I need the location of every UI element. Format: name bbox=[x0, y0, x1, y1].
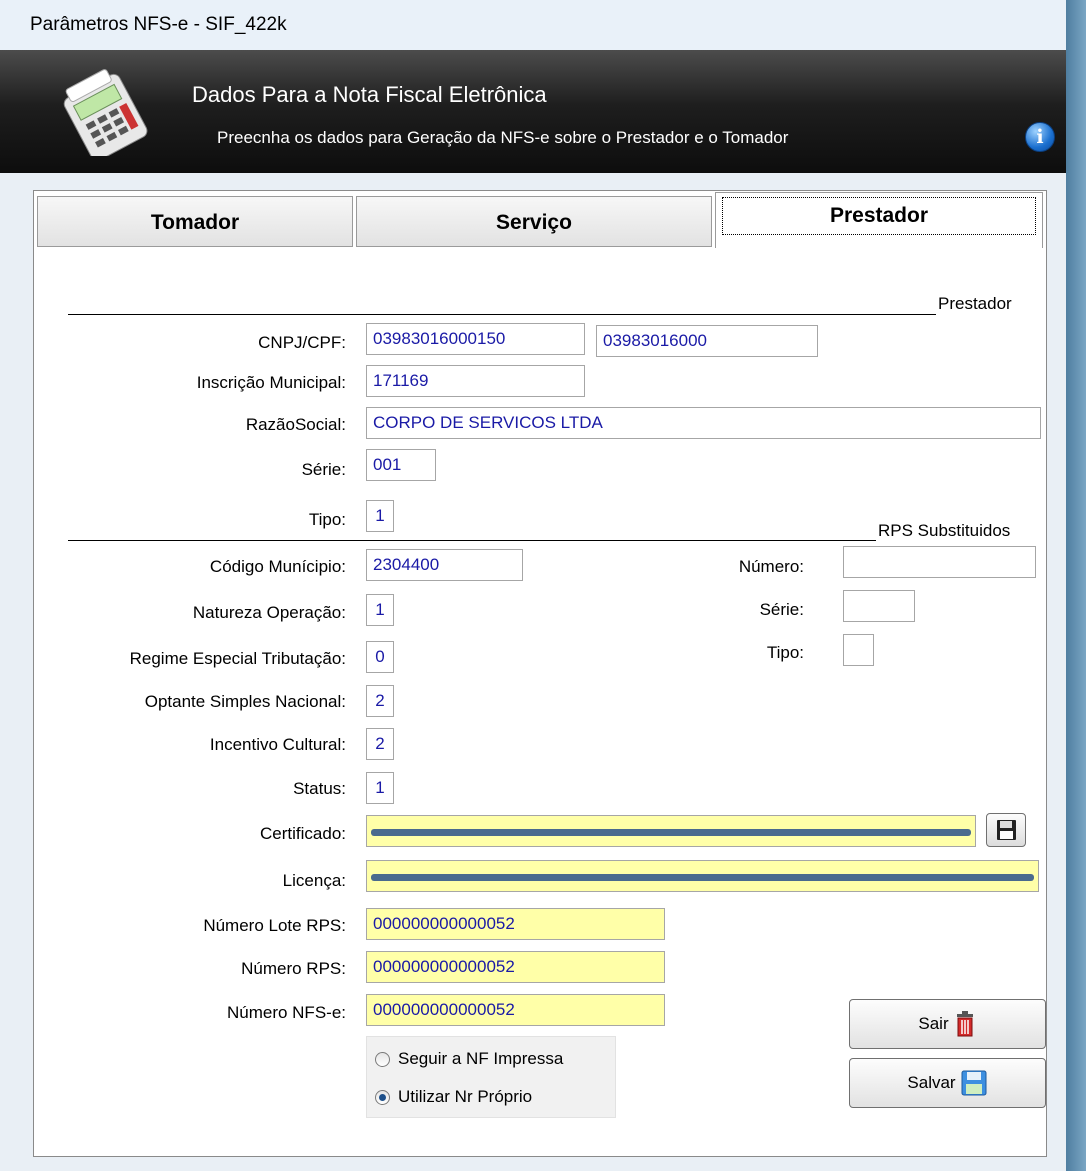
trash-icon bbox=[956, 1011, 973, 1037]
section-prestador-label: Prestador bbox=[938, 294, 1012, 313]
inscricao-label: Inscrição Municipal: bbox=[196, 373, 346, 392]
radio-label: Seguir a NF Impressa bbox=[398, 1049, 564, 1068]
cnpj-field[interactable]: 03983016000150 bbox=[366, 323, 585, 355]
regime-especial-field[interactable]: 0 bbox=[366, 641, 394, 673]
card-terminal-icon bbox=[63, 69, 148, 156]
desktop-background-edge bbox=[1066, 0, 1086, 1171]
natureza-operacao-label: Natureza Operação: bbox=[192, 603, 346, 622]
rps-numero-field[interactable] bbox=[843, 546, 1036, 578]
optante-simples-label: Optante Simples Nacional: bbox=[144, 692, 346, 711]
radio-seguir-nf-impressa[interactable]: Seguir a NF Impressa bbox=[375, 1047, 563, 1071]
rps-numero-label: Número: bbox=[738, 557, 804, 576]
tab-label: Tomador bbox=[150, 211, 240, 234]
redacted-mark bbox=[371, 874, 1034, 881]
header-title: Dados Para a Nota Fiscal Eletrônica bbox=[192, 82, 547, 107]
tab-label: Serviço bbox=[496, 211, 572, 234]
serie-field[interactable]: 001 bbox=[366, 449, 436, 481]
razao-social-field[interactable]: CORPO DE SERVICOS LTDA bbox=[366, 407, 1041, 439]
certificado-field[interactable] bbox=[366, 815, 976, 847]
codigo-municipio-field[interactable]: 2304400 bbox=[366, 549, 523, 581]
rps-tipo-field[interactable] bbox=[843, 634, 874, 666]
nfse-parameters-window: Parâmetros NFS-e - SIF_422k Dados Para a… bbox=[0, 0, 1066, 1171]
rps-divider bbox=[68, 540, 876, 541]
tab-prestador[interactable]: Prestador bbox=[715, 192, 1043, 248]
section-divider bbox=[68, 314, 936, 315]
codigo-municipio-label: Código Munícipio: bbox=[209, 557, 346, 576]
radio-button-selected[interactable] bbox=[375, 1089, 390, 1105]
status-field[interactable]: 1 bbox=[366, 772, 394, 804]
licenca-label: Licença: bbox=[282, 871, 346, 890]
rps-serie-field[interactable] bbox=[843, 590, 915, 622]
radio-label: Utilizar Nr Próprio bbox=[398, 1087, 533, 1106]
numbering-option-group: Seguir a NF Impressa Utilizar Nr Próprio bbox=[366, 1036, 616, 1118]
info-icon[interactable]: i bbox=[1025, 122, 1055, 152]
tab-tomador[interactable]: Tomador bbox=[37, 196, 353, 247]
numero-rps-label: Número RPS: bbox=[241, 959, 346, 978]
incentivo-cultural-label: Incentivo Cultural: bbox=[209, 735, 346, 754]
tab-servico[interactable]: Serviço bbox=[356, 196, 712, 247]
rps-serie-label: Série: bbox=[759, 600, 804, 619]
salvar-button[interactable]: Salvar bbox=[849, 1058, 1046, 1108]
natureza-operacao-field[interactable]: 1 bbox=[366, 594, 394, 626]
window-title: Parâmetros NFS-e - SIF_422k bbox=[0, 0, 1066, 50]
cnpj-label: CNPJ/CPF: bbox=[258, 333, 346, 352]
numero-nfse-field[interactable]: 000000000000052 bbox=[366, 994, 665, 1026]
radio-utilizar-nr-proprio[interactable]: Utilizar Nr Próprio bbox=[375, 1085, 532, 1109]
sair-label: Sair bbox=[918, 1014, 949, 1033]
serie-label: Série: bbox=[301, 460, 346, 479]
numero-lote-rps-field[interactable]: 000000000000052 bbox=[366, 908, 665, 940]
regime-especial-label: Regime Especial Tributação: bbox=[129, 649, 346, 668]
salvar-label: Salvar bbox=[907, 1073, 956, 1092]
header-banner: Dados Para a Nota Fiscal Eletrônica Pree… bbox=[0, 50, 1066, 173]
tipo-label: Tipo: bbox=[308, 510, 346, 529]
numero-rps-field[interactable]: 000000000000052 bbox=[366, 951, 665, 983]
incentivo-cultural-field[interactable]: 2 bbox=[366, 728, 394, 760]
status-label: Status: bbox=[293, 779, 346, 798]
tipo-field[interactable]: 1 bbox=[366, 500, 394, 532]
tab-label: Prestador bbox=[722, 197, 1036, 235]
numero-nfse-label: Número NFS-e: bbox=[226, 1003, 346, 1022]
licenca-field[interactable] bbox=[366, 860, 1039, 892]
cnpj-field-secondary[interactable]: 03983016000 bbox=[596, 325, 818, 357]
optante-simples-field[interactable]: 2 bbox=[366, 685, 394, 717]
rps-tipo-label: Tipo: bbox=[766, 643, 804, 662]
numero-lote-rps-label: Número Lote RPS: bbox=[203, 916, 346, 935]
redacted-mark bbox=[371, 829, 971, 836]
certificado-browse-button[interactable] bbox=[986, 813, 1026, 847]
sair-button[interactable]: Sair bbox=[849, 999, 1046, 1049]
section-rps-substituidos-label: RPS Substituidos bbox=[878, 521, 1011, 540]
floppy-disk-icon bbox=[961, 1070, 987, 1096]
floppy-disk-icon bbox=[997, 820, 1016, 840]
header-subtitle: Preecnha os dados para Geração da NFS-e … bbox=[217, 128, 789, 147]
razao-social-label: RazãoSocial: bbox=[245, 415, 346, 434]
radio-button[interactable] bbox=[375, 1051, 390, 1067]
inscricao-municipal-field[interactable]: 171169 bbox=[366, 365, 585, 397]
certificado-label: Certificado: bbox=[260, 824, 346, 843]
